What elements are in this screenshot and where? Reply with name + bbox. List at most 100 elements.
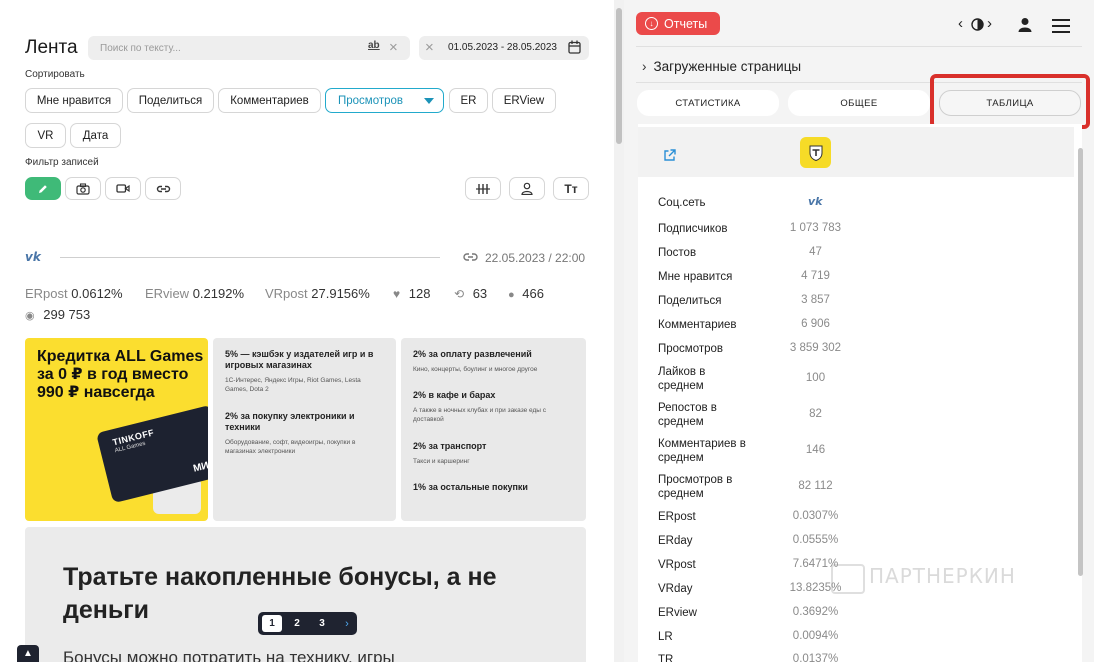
camera-icon [76,182,90,195]
row-label: Поделиться [658,295,722,307]
sort-shares-chip[interactable]: Поделиться [127,88,214,113]
heart-icon: ♥ [393,287,401,301]
row-label: TR [658,654,674,662]
date-range-text: 01.05.2023 - 28.05.2023 [448,42,557,53]
external-link-icon[interactable] [663,149,676,162]
match-case-icon[interactable]: ab [368,40,380,51]
user-icon [521,182,533,195]
vk-icon: vk [25,250,41,264]
page-title: Лента [25,37,78,58]
filter-text-button[interactable] [25,177,61,200]
contrast-icon[interactable] [971,18,984,31]
download-icon: ↓ [645,17,658,30]
row-label: Комментариев в среднем [658,438,746,464]
likes-stat: ♥ 128 [393,286,431,301]
next-page-icon[interactable]: › [340,615,354,632]
sort-views-select[interactable]: Просмотров [325,88,444,113]
row-label: LR [658,631,673,643]
vrpost-stat: VRpost 27.9156% [265,286,370,301]
clear-date-icon[interactable]: × [425,40,434,55]
layout-toggle-button[interactable] [465,177,501,200]
sort-comments-chip[interactable]: Комментариев [218,88,321,113]
row-label: Подписчиков [658,223,728,235]
row-value: 1 073 783 [789,222,842,234]
row-value: 100 [805,372,826,384]
sort-date-chip[interactable]: Дата [70,123,121,148]
side-panel: ↓ Отчеты ‹ › › Загруженные страницы СТАТИ… [624,0,1094,662]
row-label: Комментариев [658,319,737,331]
row-label: VRday [658,583,693,595]
post-image-1[interactable]: Кредитка ALL Games за 0 ₽ в год вместо 9… [25,338,208,521]
row-value: 0.0137% [792,653,839,662]
page-2-button[interactable]: 2 [287,615,307,632]
sort-likes-chip[interactable]: Мне нравится [25,88,123,113]
banner-title: Кредитка ALL Games за 0 ₽ в год вместо 9… [37,348,204,401]
page-1-button[interactable]: 1 [262,615,282,632]
eye-icon: ◉ [25,310,35,322]
reports-button[interactable]: ↓ Отчеты [636,12,720,35]
group-avatar [800,137,831,168]
loaded-pages-label: Загруженные страницы [653,59,802,74]
scroll-up-icon[interactable]: ▲ [17,645,39,662]
post-image-2[interactable]: 5% — кэшбэк у издателей игр и в игровых … [213,338,396,521]
post-divider [60,257,440,258]
row-value: 3 859 302 [789,342,842,354]
row-label: Репостов в среднем [658,402,717,428]
post-link-icon[interactable] [463,251,478,263]
row-value: 3 857 [801,294,830,306]
filter-label: Фильтр записей [25,157,99,168]
row-value: 146 [805,444,826,456]
filter-video-button[interactable] [105,177,141,200]
date-range-field[interactable]: × 01.05.2023 - 28.05.2023 [419,36,589,60]
text-size-button[interactable]: Tт [553,177,589,200]
sort-vr-chip[interactable]: VR [25,123,66,148]
row-value: 6 906 [801,318,830,330]
loaded-pages-toggle[interactable]: › Загруженные страницы [642,59,801,74]
profile-icon[interactable] [1018,17,1032,32]
views-stat: ◉ 299 753 [25,307,91,322]
author-filter-button[interactable] [509,177,545,200]
filter-link-button[interactable] [145,177,181,200]
post-image-3[interactable]: 2% за оплату развлечений Кино, концерты,… [401,338,586,521]
row-value: 0.0555% [792,534,839,546]
watermark-text: ПАРТНЕРКИН [869,564,1016,588]
chevron-left-icon[interactable]: ‹ [958,15,963,32]
filter-photo-button[interactable] [65,177,101,200]
calendar-icon[interactable] [568,40,581,54]
reports-label: Отчеты [664,16,708,31]
group-header-row [638,127,1074,177]
row-value: 0.0094% [792,630,839,642]
row-value: 0.0307% [792,510,839,522]
row-label: VRpost [658,559,696,571]
menu-icon[interactable] [1052,19,1070,33]
post-date: 22.05.2023 / 22:00 [485,251,586,265]
page-3-button[interactable]: 3 [312,615,332,632]
clear-search-icon[interactable]: × [389,40,398,55]
row-label: Просмотров [658,343,724,355]
chevron-right-icon: › [642,59,647,74]
row-value: 0.3692% [792,606,839,618]
table-scrollbar[interactable] [1078,148,1083,576]
header-divider [636,46,1082,47]
tab-general[interactable]: ОБЩЕЕ [788,90,930,116]
link-icon [156,185,170,192]
sort-er-chip[interactable]: ER [449,88,488,113]
row-value: 82 112 [798,480,833,492]
tab-statistics[interactable]: СТАТИСТИКА [637,90,779,116]
erpost-stat: ERpost 0.0612% [25,286,123,301]
search-field[interactable]: ab × [88,36,410,60]
row-value: 47 [809,246,822,258]
comments-stat: ● 466 [508,286,544,301]
chevron-right-icon[interactable]: › [987,15,992,32]
sort-label: Сортировать [25,69,85,80]
feed-pane: Лента ab × × 01.05.2023 - 28.05.2023 Сор… [0,0,614,662]
post-image-4[interactable]: Тратьте накопленные бонусы, а не деньги … [25,527,586,662]
feed-scrollbar-thumb[interactable] [616,8,622,144]
row-value: 82 [809,408,822,420]
columns-icon [476,183,490,194]
sort-views-label: Просмотров [338,94,404,107]
sort-erview-chip[interactable]: ERView [492,88,556,113]
search-input[interactable] [100,40,360,56]
pencil-icon [39,184,47,193]
reposts-stat: ⟲ 63 [454,286,488,301]
